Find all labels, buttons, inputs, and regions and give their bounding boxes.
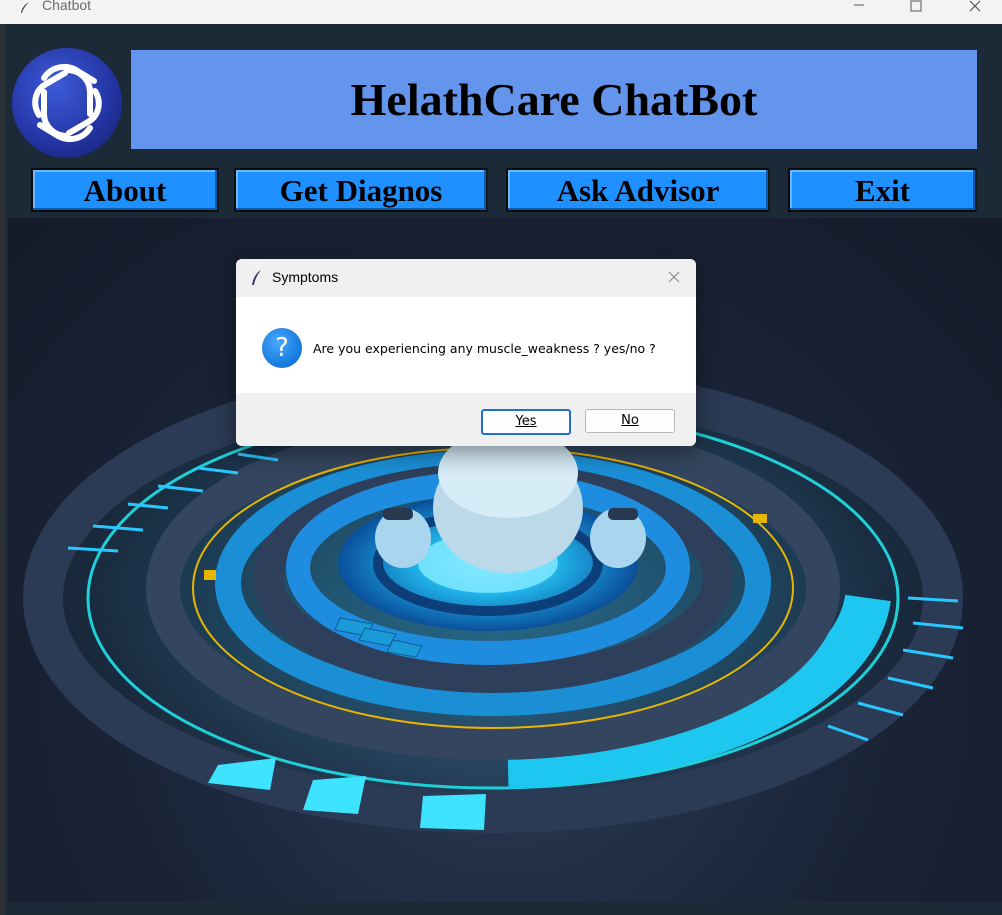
no-button[interactable]: No [585,409,675,433]
window-titlebar: Chatbot [0,0,1002,24]
feather-icon [250,269,264,291]
yes-button[interactable]: Yes [481,409,571,435]
window-title: Chatbot [42,0,92,13]
dialog-message: Are you experiencing any muscle_weakness… [313,341,656,356]
about-button[interactable]: About [31,168,219,212]
minimize-icon[interactable] [836,0,882,20]
question-icon: ? [262,328,302,368]
dialog-body: ? Are you experiencing any muscle_weakne… [236,297,696,393]
get-diagnos-button[interactable]: Get Diagnos [234,168,488,212]
dialog-titlebar: Symptoms [236,259,696,297]
close-icon[interactable] [952,0,998,20]
dialog-title: Symptoms [272,269,339,285]
page-title: HelathCare ChatBot [350,74,758,125]
close-icon[interactable] [666,269,682,285]
header-banner: HelathCare ChatBot [131,50,977,149]
symptoms-dialog: Symptoms ? Are you experiencing any musc… [236,259,696,446]
maximize-icon[interactable] [893,0,939,20]
exit-button[interactable]: Exit [788,168,977,212]
ask-advisor-button[interactable]: Ask Advisor [506,168,770,212]
openai-logo-icon [12,48,122,158]
feather-icon [18,0,32,14]
